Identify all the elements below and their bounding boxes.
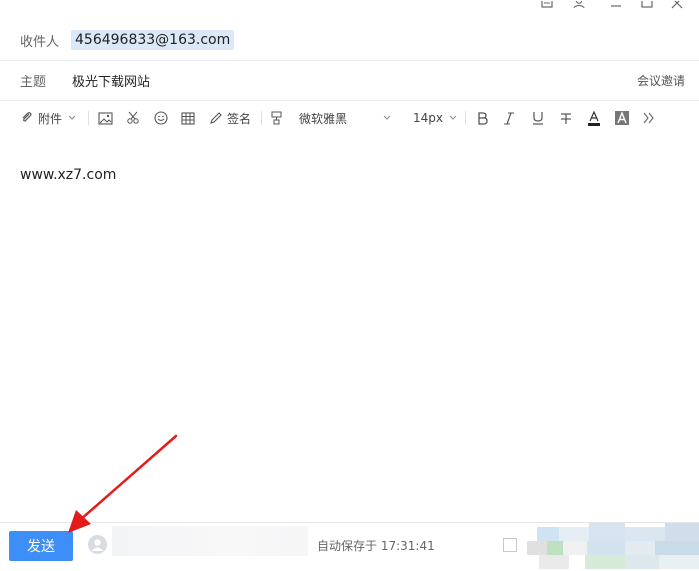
chevron-down-icon [383,115,391,121]
font-family-value: 微软雅黑 [299,111,348,126]
editor-body-text[interactable]: www.xz7.com [20,167,116,183]
insert-image-button[interactable] [98,108,113,128]
maximize-icon[interactable] [640,0,654,10]
double-chevron-right-icon [643,112,655,124]
underline-button[interactable] [532,108,544,128]
bold-button[interactable] [476,108,488,128]
autosave-status: 自动保存于 17:31:41 [317,539,435,553]
bold-icon [476,111,488,125]
smiley-icon [154,111,168,125]
subject-label: 主题 [20,74,47,90]
send-button[interactable]: 发送 [9,531,73,561]
minimize-icon[interactable] [609,0,623,10]
strikethrough-button[interactable] [560,108,572,128]
recipient-chip[interactable]: 456496833@163.com [71,30,235,50]
highlight-icon [615,111,630,125]
avatar[interactable] [88,535,107,554]
font-color-icon [588,110,601,126]
compose-window: 收件人 456496833@163.com 主题 极光下载网站 会议邀请 附件 [0,0,699,571]
format-toolbar: 附件 签名 微软雅黑 14px [0,101,699,135]
toolbar-divider [88,111,90,125]
close-icon[interactable] [670,0,684,10]
compose-footer: 发送 自动保存于 17:31:41 [0,522,699,571]
table-icon [181,111,195,125]
signature-button[interactable]: 签名 [209,108,251,128]
subject-input[interactable]: 极光下载网站 [72,71,150,90]
font-color-button[interactable] [588,108,601,128]
screenshot-button[interactable] [126,108,140,128]
strikethrough-icon [560,112,572,125]
toolbar-divider [261,111,263,125]
attachment-label: 附件 [38,111,63,126]
subject-row: 主题 极光下载网站 会议邀请 [0,60,699,101]
pen-icon [209,111,222,125]
highlight-color-button[interactable] [615,108,630,128]
meeting-invite-link[interactable]: 会议邀请 [637,72,685,89]
format-painter-button[interactable] [270,108,283,128]
user-icon[interactable] [572,0,586,10]
recipient-row[interactable]: 收件人 456496833@163.com [0,20,699,61]
italic-button[interactable] [504,108,515,128]
more-tools-button[interactable] [643,108,655,128]
format-painter-icon [270,111,283,125]
font-family-select[interactable]: 微软雅黑 [299,108,391,128]
signature-label: 签名 [227,111,252,126]
font-size-select[interactable]: 14px [413,108,457,128]
attachment-button[interactable]: 附件 [20,108,76,128]
chevron-down-icon [68,115,76,121]
paperclip-icon [20,111,34,125]
italic-icon [504,112,515,125]
font-size-value: 14px [413,111,444,125]
image-icon [98,111,113,125]
emoji-button[interactable] [154,108,168,128]
redacted-mosaic [527,523,699,571]
underline-icon [532,111,544,125]
toolbar-divider [465,111,467,125]
note-icon[interactable] [540,0,554,10]
window-titlebar [0,0,699,14]
sender-info-redacted [112,526,308,556]
scissors-icon [126,111,140,125]
option-checkbox[interactable] [503,538,517,552]
recipient-label: 收件人 [20,34,60,50]
chevron-down-icon [449,115,457,121]
table-button[interactable] [181,108,195,128]
